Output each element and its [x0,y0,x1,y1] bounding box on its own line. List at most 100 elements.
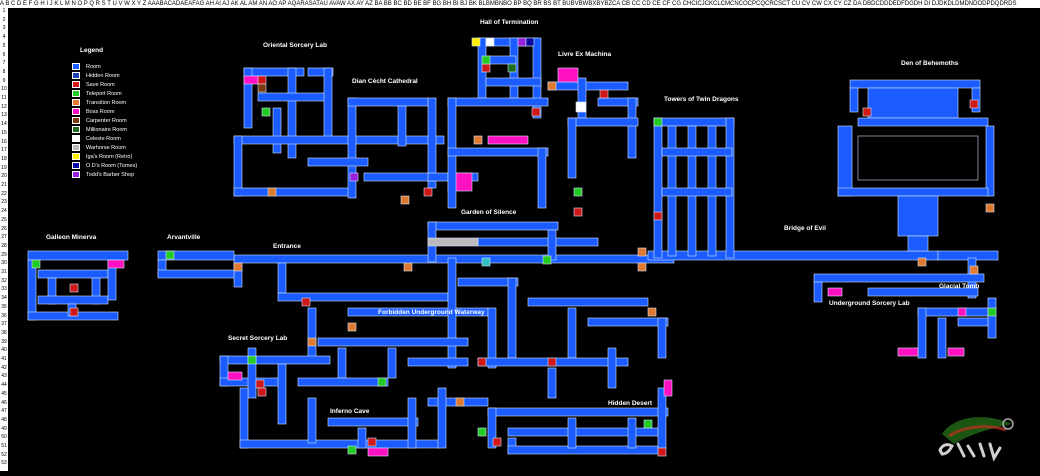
row-label: 37 [1,321,7,328]
room [307,307,317,359]
teleport-room [261,107,271,117]
teleport-room [643,419,653,429]
legend-label: Save Room [86,81,115,88]
row-label: 39 [1,338,7,345]
room [247,347,257,399]
room [347,97,357,199]
room [567,117,639,127]
area-underground-sorcery-lab: Underground Sorcery Lab [829,300,910,307]
room [587,317,669,327]
room [917,307,989,317]
column-header: A B C D E F G H I J K L M N O P Q R S T … [0,0,1040,8]
celeste-room [485,37,495,47]
legend-swatch [72,126,80,133]
teleport-room [481,55,491,65]
transition-room [985,203,995,213]
room [567,417,577,449]
row-label: 10 [1,86,7,93]
room [277,363,287,425]
room [653,117,735,127]
room [407,397,417,449]
boss-room [827,287,843,297]
room [437,387,447,449]
room [27,259,37,321]
save-room [492,437,502,447]
legend-item: Iga's Room (Retro) [72,152,182,161]
room [272,107,282,154]
row-label: 17 [1,147,7,154]
room [657,387,667,449]
legend-swatch [72,171,80,178]
row-label: 26 [1,225,7,232]
row-label: 50 [1,434,7,441]
area-arvantville: Arvantville [167,234,201,241]
room [837,187,989,197]
warhorse-room [427,237,479,247]
area-glacial-tomb: Glacial Tomb [939,283,980,290]
row-label: 8 [2,68,6,75]
row-label: 6 [2,51,6,58]
row-label: 22 [1,190,7,197]
room [407,357,469,367]
legend-swatch [72,81,80,88]
transition-room [267,187,277,197]
watermark-logo [938,417,1014,462]
row-label: 14 [1,121,7,128]
row-label: 1 [2,8,6,14]
todds-barber-shop [349,172,359,182]
room [897,195,939,237]
transition-room [637,247,647,257]
area-forbidden-underground-waterway: Forbidden Underground Waterway [378,309,485,316]
legend-title: Legend [80,47,104,54]
boss-room [227,371,243,381]
row-label: 5 [2,42,6,49]
legend-item: O.D's Room (Tomes) [72,161,182,170]
room [987,297,997,339]
room [277,262,287,294]
legend-swatch [72,162,80,169]
room [957,317,989,327]
row-label: 24 [1,208,7,215]
legend: Legend Room Hidden Room Save Room Teleport … [72,47,182,179]
transition-room [969,265,979,275]
teleport-room [347,445,357,455]
legend-label: Teleport Room [86,90,122,97]
room [857,117,989,127]
area-hidden-desert: Hidden Desert [608,400,653,407]
row-label: 48 [1,416,7,423]
row-label: 34 [1,295,7,302]
room [447,97,549,107]
area-den-of-behemoths: Den of Behemoths [901,60,959,67]
room [287,67,297,159]
row-label: 25 [1,216,7,223]
room [27,250,129,261]
save-room [969,99,979,109]
room [239,387,249,449]
teleport-room [377,377,387,387]
row-label: 46 [1,399,7,406]
row-label: 3 [2,25,6,32]
row-label: 16 [1,138,7,145]
boss-room [367,447,389,457]
row-label: 27 [1,234,7,241]
room [427,221,559,231]
legend-label: Iga's Room (Retro) [86,153,133,160]
row-label: 42 [1,364,7,371]
room [627,417,637,449]
legend-item: Transition Room [72,98,182,107]
row-label: 52 [1,451,7,458]
legend-swatch [72,117,80,124]
room [907,235,929,252]
row-label: 44 [1,382,7,389]
save-room [599,89,609,99]
room [477,237,599,247]
room [813,273,985,283]
legend-label: Hidden Room [86,72,120,79]
room [157,269,235,279]
row-label: 12 [1,103,7,110]
area-galleon-minerva: Galleon Minerva [46,234,97,241]
row-label: 47 [1,408,7,415]
transition-room [917,257,927,267]
room [327,417,419,427]
row-label: 29 [1,251,7,258]
